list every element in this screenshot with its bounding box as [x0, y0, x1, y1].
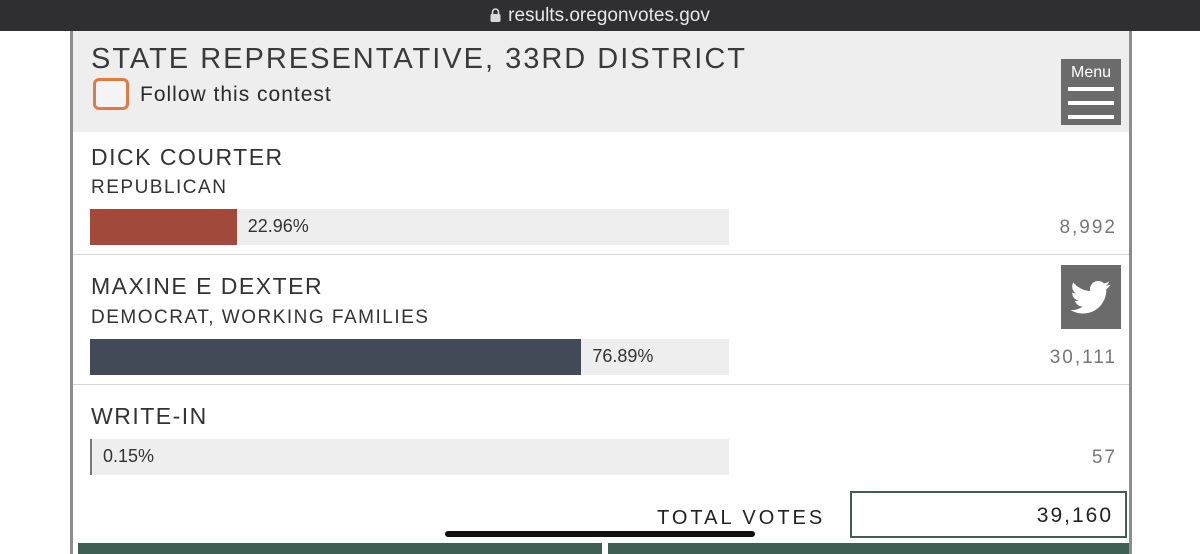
candidate-name: DICK COURTER	[91, 144, 284, 170]
contest-header: STATE REPRESENTATIVE, 33RD DISTRICT Foll…	[73, 31, 1129, 132]
twitter-button[interactable]	[1061, 265, 1121, 329]
vote-share-bar: 76.89%	[90, 339, 729, 375]
lock-icon	[490, 7, 501, 22]
candidate-party: DEMOCRAT, WORKING FAMILIES	[91, 307, 430, 328]
total-votes-label: TOTAL VOTES	[657, 507, 826, 529]
home-indicator[interactable]	[445, 531, 755, 537]
total-votes-box: 39,160	[850, 491, 1127, 538]
vote-share-percent: 0.15%	[103, 446, 155, 466]
candidate-row: WRITE-IN 0.15% 57	[73, 385, 1129, 486]
vote-share-percent: 22.96%	[247, 216, 309, 236]
vote-share-fill	[90, 209, 237, 245]
page-margin-left	[0, 31, 70, 554]
twitter-icon	[1070, 281, 1111, 314]
candidate-name: WRITE-IN	[91, 403, 208, 429]
candidate-name: MAXINE E DEXTER	[91, 273, 324, 299]
vote-share-percent: 76.89%	[592, 346, 654, 366]
page-margin-right	[1132, 31, 1200, 554]
candidate-votes: 8,992	[1059, 217, 1117, 238]
url-text: results.oregonvotes.gov	[508, 4, 710, 26]
follow-checkbox[interactable]	[93, 78, 129, 110]
total-votes-value: 39,160	[1036, 504, 1113, 527]
browser-url-bar[interactable]: results.oregonvotes.gov	[0, 0, 1200, 31]
follow-label[interactable]: Follow this contest	[140, 83, 332, 107]
vote-share-fill	[90, 339, 582, 375]
menu-button[interactable]: Menu	[1061, 59, 1121, 125]
contest-title: STATE REPRESENTATIVE, 33RD DISTRICT	[91, 43, 747, 75]
candidate-row: MAXINE E DEXTER DEMOCRAT, WORKING FAMILI…	[73, 255, 1129, 385]
contest-card: STATE REPRESENTATIVE, 33RD DISTRICT Foll…	[70, 31, 1132, 554]
footer-tab-right[interactable]	[608, 543, 1129, 554]
candidate-votes: 30,111	[1049, 347, 1117, 368]
candidate-votes: 57	[1091, 447, 1117, 468]
candidate-party: REPUBLICAN	[91, 177, 228, 198]
vote-share-bar: 0.15%	[90, 439, 729, 475]
menu-label: Menu	[1070, 64, 1112, 81]
candidate-row: DICK COURTER REPUBLICAN 22.96% 8,992	[73, 132, 1129, 255]
vote-share-fill	[90, 439, 92, 475]
footer-tab-left[interactable]	[78, 543, 602, 554]
vote-share-bar: 22.96%	[90, 209, 729, 245]
